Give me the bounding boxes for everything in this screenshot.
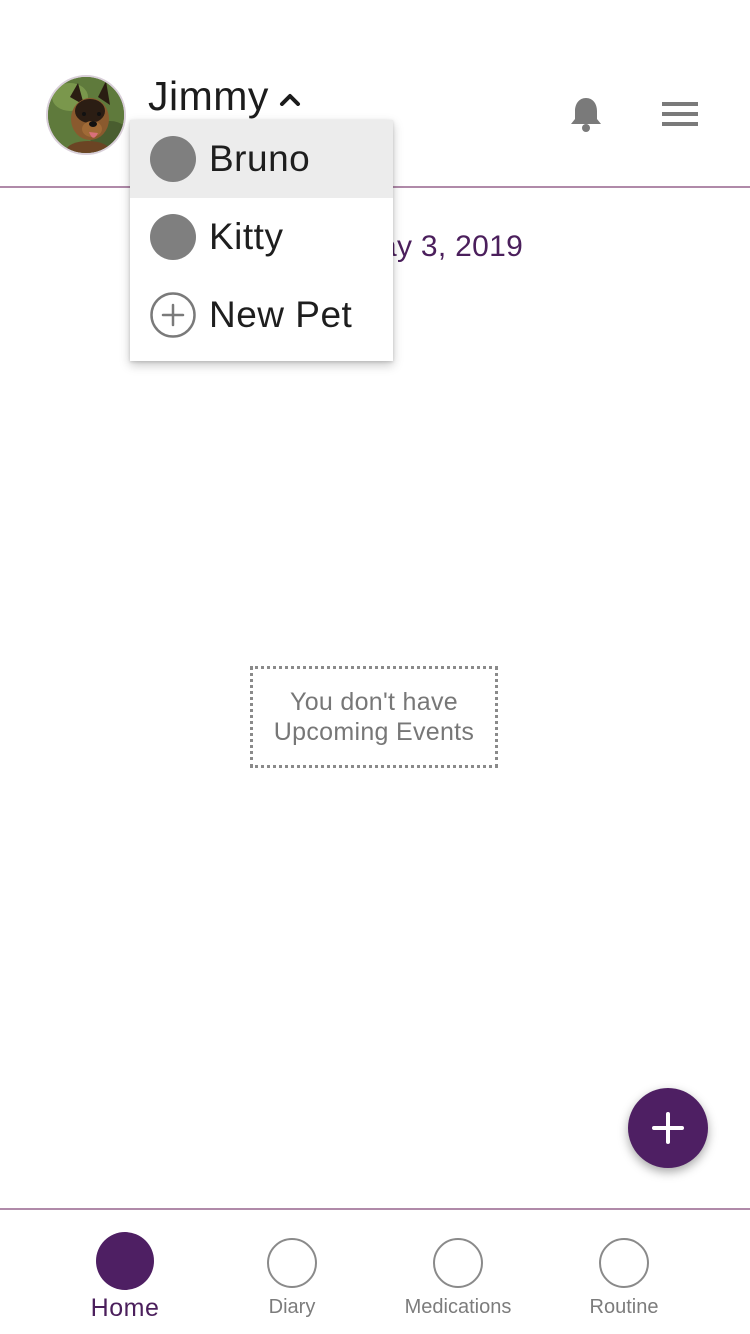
empty-state-text-line1: You don't have (290, 688, 458, 716)
dropdown-item-label: New Pet (209, 294, 353, 335)
date-label: ay 3, 2019 (380, 230, 524, 263)
pet-avatar[interactable] (46, 75, 126, 155)
current-pet-name: Jimmy (148, 72, 269, 119)
hamburger-menu-icon[interactable] (660, 100, 700, 128)
pet-avatar-placeholder-icon (150, 136, 196, 182)
pet-switcher[interactable]: Jimmy (148, 72, 301, 120)
pet-avatar-placeholder-icon (150, 214, 196, 260)
nav-home-label: Home (90, 1294, 160, 1322)
dropdown-item-label: Bruno (209, 138, 311, 179)
nav-medications[interactable]: Medications (373, 1230, 543, 1330)
bell-icon[interactable] (568, 96, 604, 132)
nav-medications-label: Medications (404, 1296, 512, 1318)
routine-tab-icon (599, 1238, 649, 1288)
medications-tab-icon (433, 1238, 483, 1288)
nav-routine-label: Routine (589, 1296, 659, 1318)
dropdown-item-new-pet[interactable]: New Pet (130, 276, 393, 354)
diary-tab-icon (267, 1238, 317, 1288)
dog-photo-icon (48, 77, 124, 153)
nav-diary-label: Diary (268, 1296, 316, 1318)
home-tab-icon (96, 1232, 154, 1290)
plus-icon (652, 1112, 684, 1144)
nav-home[interactable]: Home (40, 1230, 210, 1330)
dropdown-item-bruno[interactable]: Bruno (130, 120, 393, 198)
empty-events-box: You don't have Upcoming Events (250, 666, 498, 768)
add-event-fab[interactable] (628, 1088, 708, 1168)
nav-routine[interactable]: Routine (539, 1230, 709, 1330)
dropdown-item-label: Kitty (209, 216, 284, 257)
bottom-nav-divider (0, 1208, 750, 1210)
empty-state-text-line2: Upcoming Events (273, 718, 475, 746)
add-circle-icon (150, 292, 196, 338)
chevron-up-icon (279, 94, 300, 106)
dropdown-item-kitty[interactable]: Kitty (130, 198, 393, 276)
nav-diary[interactable]: Diary (207, 1230, 377, 1330)
pet-dropdown-menu: Bruno Kitty New Pet (130, 120, 393, 361)
